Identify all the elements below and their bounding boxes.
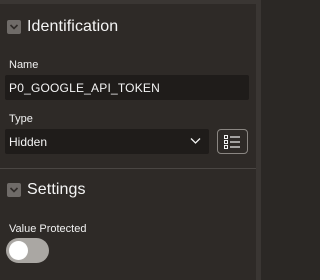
chevron-down-icon (190, 138, 201, 144)
identification-collapse-toggle[interactable] (7, 20, 21, 34)
name-value: P0_GOOGLE_API_TOKEN (9, 80, 160, 95)
property-editor-panel: Identification Name P0_GOOGLE_API_TOKEN … (0, 0, 256, 280)
name-label: Name (9, 59, 39, 71)
chevron-down-icon (9, 24, 19, 30)
section-divider (0, 168, 256, 169)
settings-title: Settings (27, 181, 86, 198)
panel-top-strip (0, 0, 256, 4)
list-icon (224, 134, 240, 149)
value-protected-toggle[interactable] (6, 238, 49, 263)
type-list-button[interactable] (217, 129, 248, 154)
panel-resize-rail[interactable] (256, 0, 261, 280)
identification-title: Identification (27, 18, 119, 35)
settings-collapse-toggle[interactable] (7, 183, 21, 197)
name-input[interactable]: P0_GOOGLE_API_TOKEN (5, 75, 249, 100)
type-value: Hidden (9, 134, 48, 149)
type-select[interactable]: Hidden (5, 129, 209, 154)
value-protected-label: Value Protected (9, 223, 87, 235)
chevron-down-icon (9, 187, 19, 193)
type-label: Type (9, 113, 33, 125)
settings-section-header[interactable]: Settings (0, 170, 256, 210)
toggle-knob (9, 241, 28, 260)
identification-section-header[interactable]: Identification (0, 7, 256, 47)
